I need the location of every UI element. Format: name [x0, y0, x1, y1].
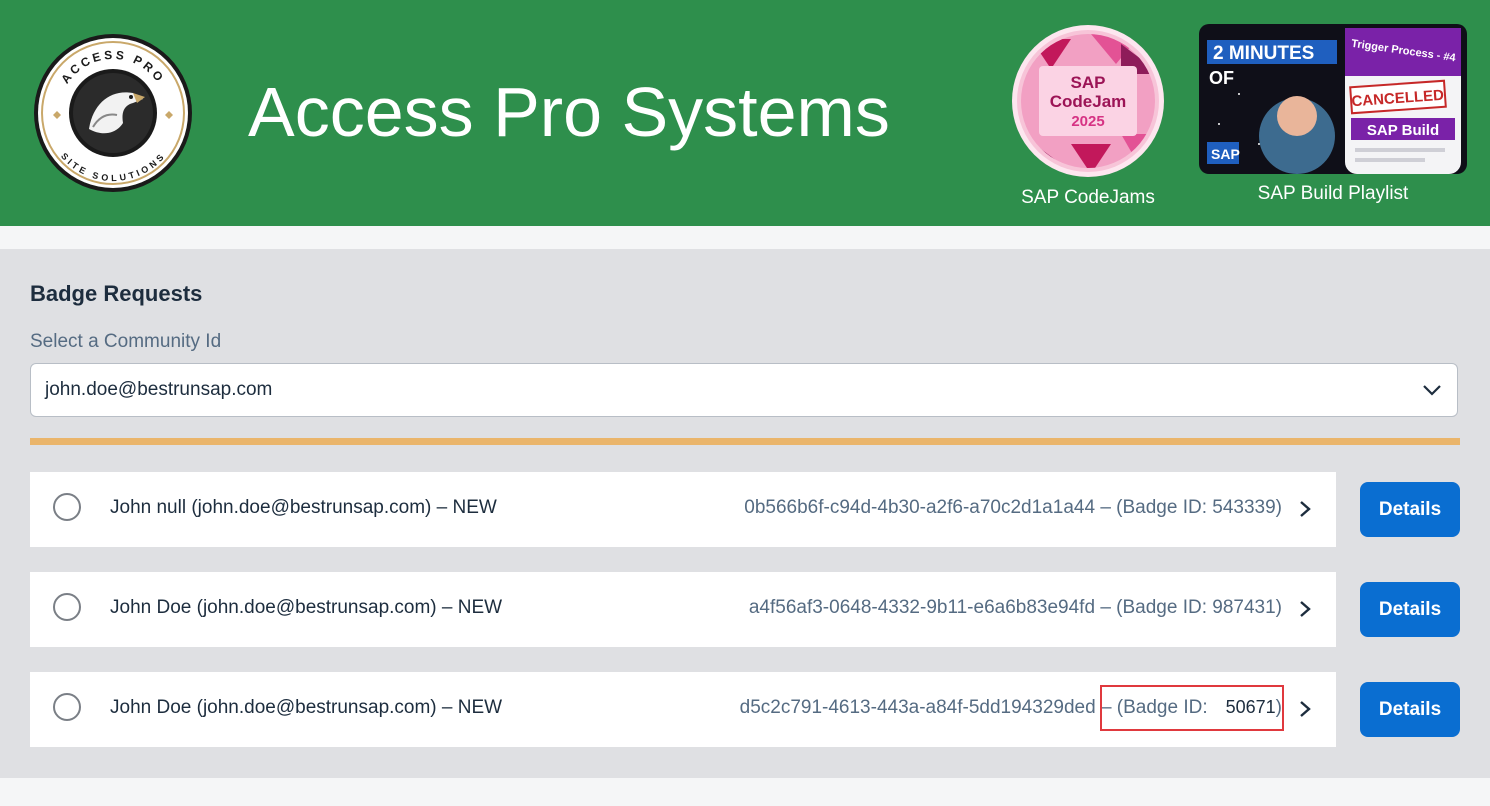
community-select-label: Select a Community Id: [30, 331, 222, 352]
thumb-brand: SAP: [1211, 146, 1240, 162]
request-description: a4f56af3-0648-4332-9b11-e6a6b83e94fd – (…: [749, 597, 1282, 619]
thumb-line-1: 2 MINUTES: [1213, 43, 1314, 64]
request-title: John Doe (john.doe@bestrunsap.com) – NEW: [110, 697, 503, 718]
thumb-line-2: OF: [1209, 68, 1234, 88]
list-item[interactable]: John Doe (john.doe@bestrunsap.com) – NEW…: [30, 572, 1336, 647]
request-id: 0b566b6f-c94d-4b30-a2f6-a70c2d1a1a44: [744, 497, 1096, 518]
select-radio[interactable]: [53, 493, 81, 521]
sap-codejams-label: SAP CodeJams: [1021, 187, 1155, 208]
codejam-line-3: 2025: [1071, 113, 1104, 130]
loading-progress-bar: [30, 438, 1460, 445]
badge-id-text: – (Badge ID: 987431): [1100, 597, 1282, 618]
request-title: John null (john.doe@bestrunsap.com) – NE…: [110, 497, 497, 518]
sap-build-playlist-link[interactable]: 2 MINUTES OF Trigger Process - #4 CANCEL…: [1198, 24, 1468, 205]
list-item[interactable]: John Doe (john.doe@bestrunsap.com) – NEW…: [30, 672, 1336, 747]
community-select[interactable]: john.doe@bestrunsap.com: [30, 363, 1458, 417]
header-divider: [0, 226, 1490, 249]
page-title: Badge Requests: [30, 281, 203, 306]
chevron-right-icon[interactable]: [1298, 599, 1312, 619]
sap-codejams-link[interactable]: SAP CodeJam 2025 SAP CodeJams: [1010, 24, 1166, 209]
chevron-right-icon[interactable]: [1298, 499, 1312, 519]
app-header: ACCESS PRO SITE SOLUTIONS Access Pro Sys…: [0, 0, 1490, 226]
select-radio[interactable]: [53, 593, 81, 621]
request-description: 0b566b6f-c94d-4b30-a2f6-a70c2d1a1a44 – (…: [744, 497, 1282, 519]
app-title: Access Pro Systems: [248, 73, 890, 151]
access-pro-logo[interactable]: ACCESS PRO SITE SOLUTIONS: [33, 33, 193, 193]
chevron-right-icon[interactable]: [1298, 699, 1312, 719]
progress-fill: [30, 438, 1460, 445]
sap-build-thumbnail: 2 MINUTES OF Trigger Process - #4 CANCEL…: [1199, 24, 1467, 174]
details-button[interactable]: Details: [1360, 482, 1460, 537]
codejam-line-1: SAP: [1071, 73, 1106, 92]
request-id: d5c2c791-4613-443a-a84f-5dd194329ded: [739, 697, 1096, 718]
community-select-value: john.doe@bestrunsap.com: [45, 379, 273, 400]
request-title: John Doe (john.doe@bestrunsap.com) – NEW: [110, 597, 503, 618]
list-item[interactable]: John null (john.doe@bestrunsap.com) – NE…: [30, 472, 1336, 547]
request-id: a4f56af3-0648-4332-9b11-e6a6b83e94fd: [748, 597, 1096, 618]
badge-id-text: – (Badge ID: 543339): [1100, 497, 1282, 518]
thumb-tag: SAP Build: [1367, 122, 1439, 139]
badge-id-highlight: [1100, 685, 1284, 731]
details-button[interactable]: Details: [1360, 582, 1460, 637]
page-footer: [0, 778, 1490, 806]
details-button[interactable]: Details: [1360, 682, 1460, 737]
codejam-badge: SAP CodeJam 2025: [1012, 25, 1164, 177]
codejam-line-2: CodeJam: [1050, 92, 1127, 111]
chevron-down-icon: [1423, 385, 1441, 396]
select-radio[interactable]: [53, 693, 81, 721]
sap-build-playlist-label: SAP Build Playlist: [1257, 183, 1409, 204]
